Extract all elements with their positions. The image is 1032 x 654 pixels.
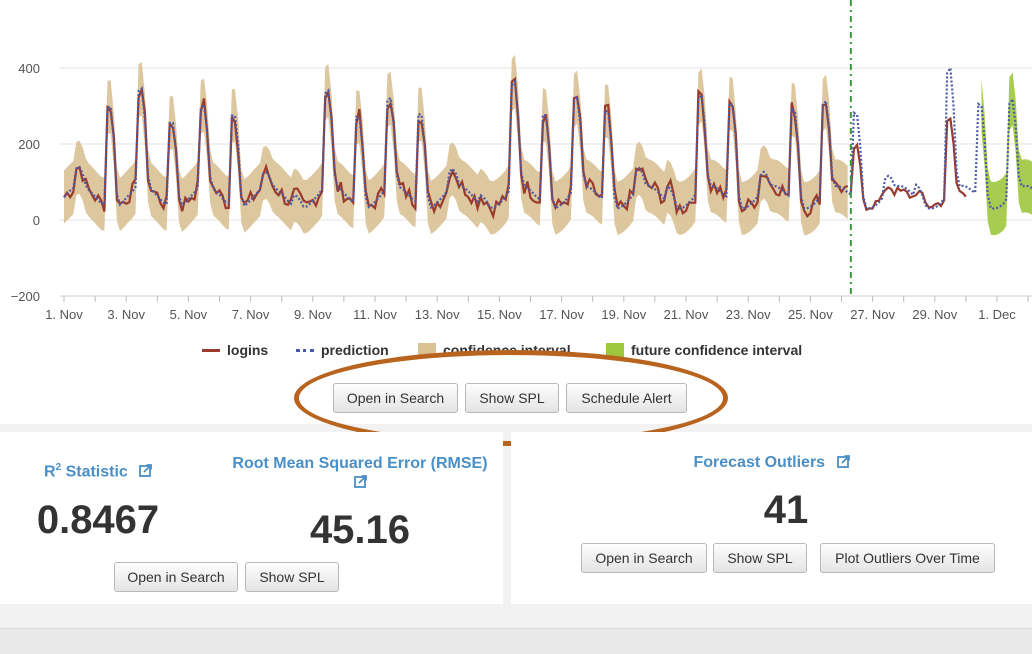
chart-legend: logins prediction confidence interval fu…	[0, 340, 1032, 364]
prediction-swatch	[296, 348, 314, 352]
schedule-alert-button[interactable]: Schedule Alert	[566, 383, 687, 413]
legend-label: logins	[227, 342, 269, 358]
legend-item-logins[interactable]: logins	[202, 342, 268, 358]
x-tick-label: 27. Nov	[850, 307, 895, 322]
x-tick-label: 11. Nov	[353, 307, 397, 322]
forecast-outliers-title-text: Forecast Outliers	[693, 454, 826, 471]
r2-title-r: R	[44, 463, 56, 481]
x-tick-label: 25. Nov	[788, 307, 833, 322]
accuracy-panel: R2 Statistic 0.8467 Root Mean Squared Er…	[0, 432, 503, 604]
logins-swatch	[202, 348, 220, 352]
rmse-title-text: Root Mean Squared Error (RMSE)	[232, 455, 488, 472]
forecast-chart: 400 200 0 −200 1. Nov 3. Nov 5. Nov 7. Nov 9. No…	[11, 0, 1032, 322]
x-tick-label: 1. Dec	[978, 307, 1016, 322]
x-tick-label: 23. Nov	[726, 307, 771, 322]
x-tick-label: 19. Nov	[601, 307, 646, 322]
future-confidence-swatch	[606, 343, 624, 357]
external-link-icon[interactable]	[139, 464, 153, 478]
r2-statistic-title[interactable]: R2 Statistic	[44, 462, 153, 481]
show-spl-button[interactable]: Show SPL	[713, 543, 807, 573]
legend-label: prediction	[321, 342, 389, 358]
x-tick-label: 5. Nov	[170, 307, 208, 322]
y-tick-label: 0	[33, 213, 40, 228]
x-tick-label: 21. Nov	[664, 307, 709, 322]
open-in-search-button[interactable]: Open in Search	[114, 562, 238, 592]
forecast-chart-panel: 400 200 0 −200 1. Nov 3. Nov 5. Nov 7. Nov 9. No…	[0, 0, 1032, 424]
x-tick-label: 3. Nov	[107, 307, 145, 322]
x-tick-label: 13. Nov	[415, 307, 460, 322]
x-tick-label: 9. Nov	[294, 307, 332, 322]
future-confidence-interval-band	[981, 72, 1032, 236]
confidence-swatch	[418, 343, 436, 357]
external-link-icon[interactable]	[353, 475, 367, 488]
show-spl-button[interactable]: Show SPL	[245, 562, 339, 592]
outliers-panel: Forecast Outliers 41 Open in Search Show…	[511, 432, 1032, 604]
show-spl-button[interactable]: Show SPL	[465, 383, 559, 413]
legend-item-prediction[interactable]: prediction	[296, 342, 389, 358]
x-tick-label: 7. Nov	[232, 307, 270, 322]
y-tick-label: 400	[18, 61, 40, 76]
legend-label: future confidence interval	[631, 342, 803, 358]
rmse-value: 45.16	[309, 508, 411, 552]
x-tick-label: 1. Nov	[45, 307, 83, 322]
legend-item-confidence-interval[interactable]: confidence interval	[418, 342, 571, 358]
open-in-search-button[interactable]: Open in Search	[333, 383, 458, 413]
x-tick-label: 29. Nov	[912, 307, 957, 322]
forecast-outliers-value: 41	[763, 488, 809, 532]
footer-strip	[0, 628, 1032, 654]
y-tick-label: 200	[18, 137, 40, 152]
logins-series-line	[849, 116, 967, 212]
rmse-title[interactable]: Root Mean Squared Error (RMSE)	[210, 454, 510, 492]
open-in-search-button[interactable]: Open in Search	[581, 543, 707, 573]
legend-label: confidence interval	[443, 342, 571, 358]
legend-item-future-confidence-interval[interactable]: future confidence interval	[606, 342, 802, 358]
x-tick-label: 15. Nov	[477, 307, 522, 322]
r2-statistic-value: 0.8467	[36, 498, 160, 542]
forecast-outliers-title[interactable]: Forecast Outliers	[511, 454, 1032, 472]
external-link-icon[interactable]	[836, 455, 850, 468]
x-tick-label: 17. Nov	[539, 307, 584, 322]
plot-outliers-over-time-button[interactable]: Plot Outliers Over Time	[820, 543, 995, 573]
y-tick-label: −200	[11, 289, 40, 304]
r2-title-text: Statistic	[61, 463, 128, 481]
